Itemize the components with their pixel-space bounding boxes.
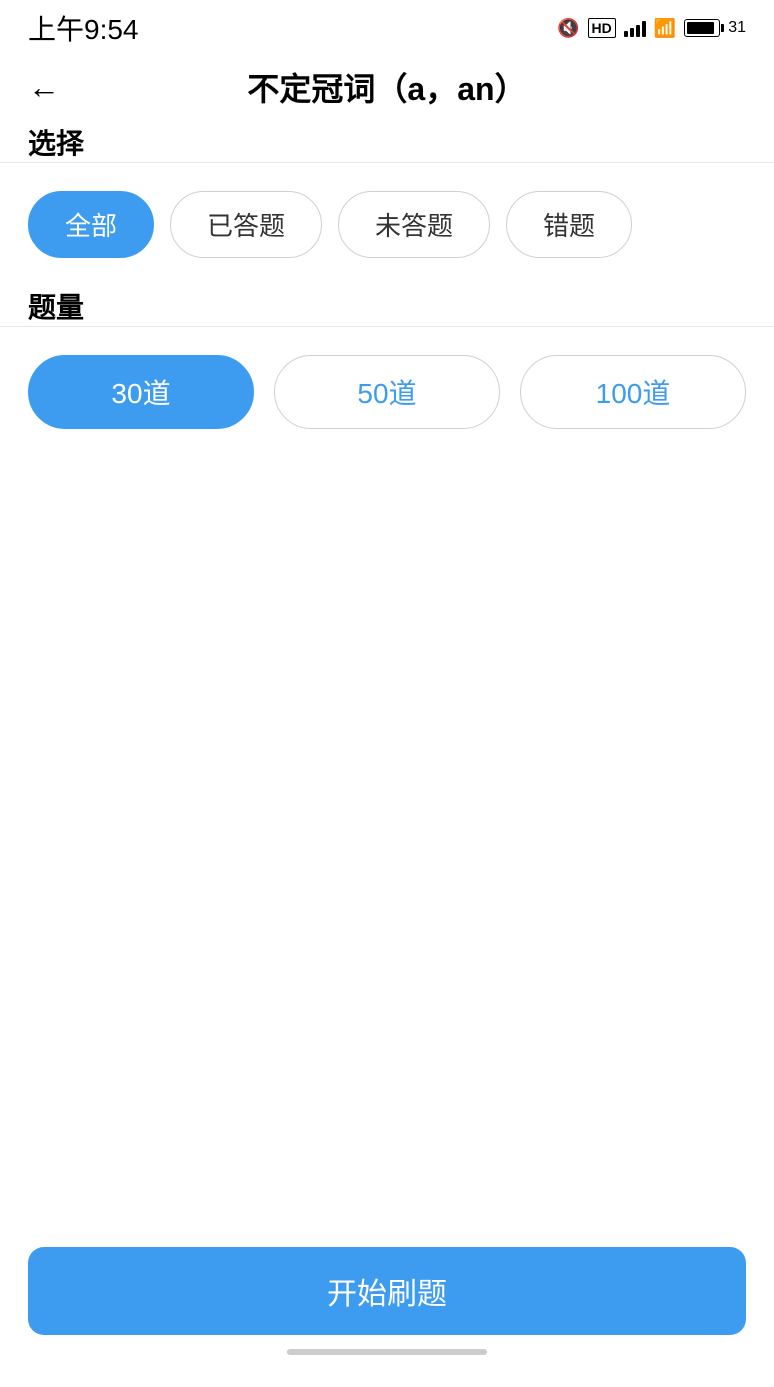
filter-btn-wrong[interactable]: 错题 — [506, 191, 632, 258]
filter-section: 选择 全部 已答题 未答题 错题 — [0, 122, 774, 286]
quantity-btn-50[interactable]: 50道 — [274, 355, 500, 429]
back-button[interactable]: ← — [28, 69, 60, 106]
hd-badge: HD — [588, 18, 616, 38]
filter-btn-unanswered[interactable]: 未答题 — [338, 191, 490, 258]
quantity-btn-30[interactable]: 30道 — [28, 355, 254, 429]
status-icons: 🔇 HD 📶 31 — [557, 18, 746, 39]
status-time: 上午9:54 — [28, 8, 139, 48]
quantity-btn-100[interactable]: 100道 — [520, 355, 746, 429]
quantity-section: 题量 30道 50道 100道 — [0, 286, 774, 457]
start-button[interactable]: 开始刷题 — [28, 1247, 746, 1335]
mute-icon: 🔇 — [557, 18, 579, 39]
filter-btn-all[interactable]: 全部 — [28, 191, 154, 258]
page-title: 不定冠词（a，an） — [247, 64, 526, 110]
battery-level: 31 — [728, 19, 746, 37]
wifi-icon: 📶 — [654, 18, 676, 39]
filter-buttons-row: 全部 已答题 未答题 错题 — [0, 163, 774, 286]
bottom-bar: 开始刷题 — [0, 1231, 774, 1387]
status-bar: 上午9:54 🔇 HD 📶 31 — [0, 0, 774, 52]
home-indicator — [287, 1349, 487, 1355]
battery-icon — [684, 19, 720, 37]
signal-bars-icon — [624, 19, 646, 37]
filter-btn-answered[interactable]: 已答题 — [170, 191, 322, 258]
quantity-section-label: 题量 — [0, 268, 112, 335]
nav-bar: ← 不定冠词（a，an） — [0, 52, 774, 122]
quantity-buttons-row: 30道 50道 100道 — [0, 327, 774, 457]
